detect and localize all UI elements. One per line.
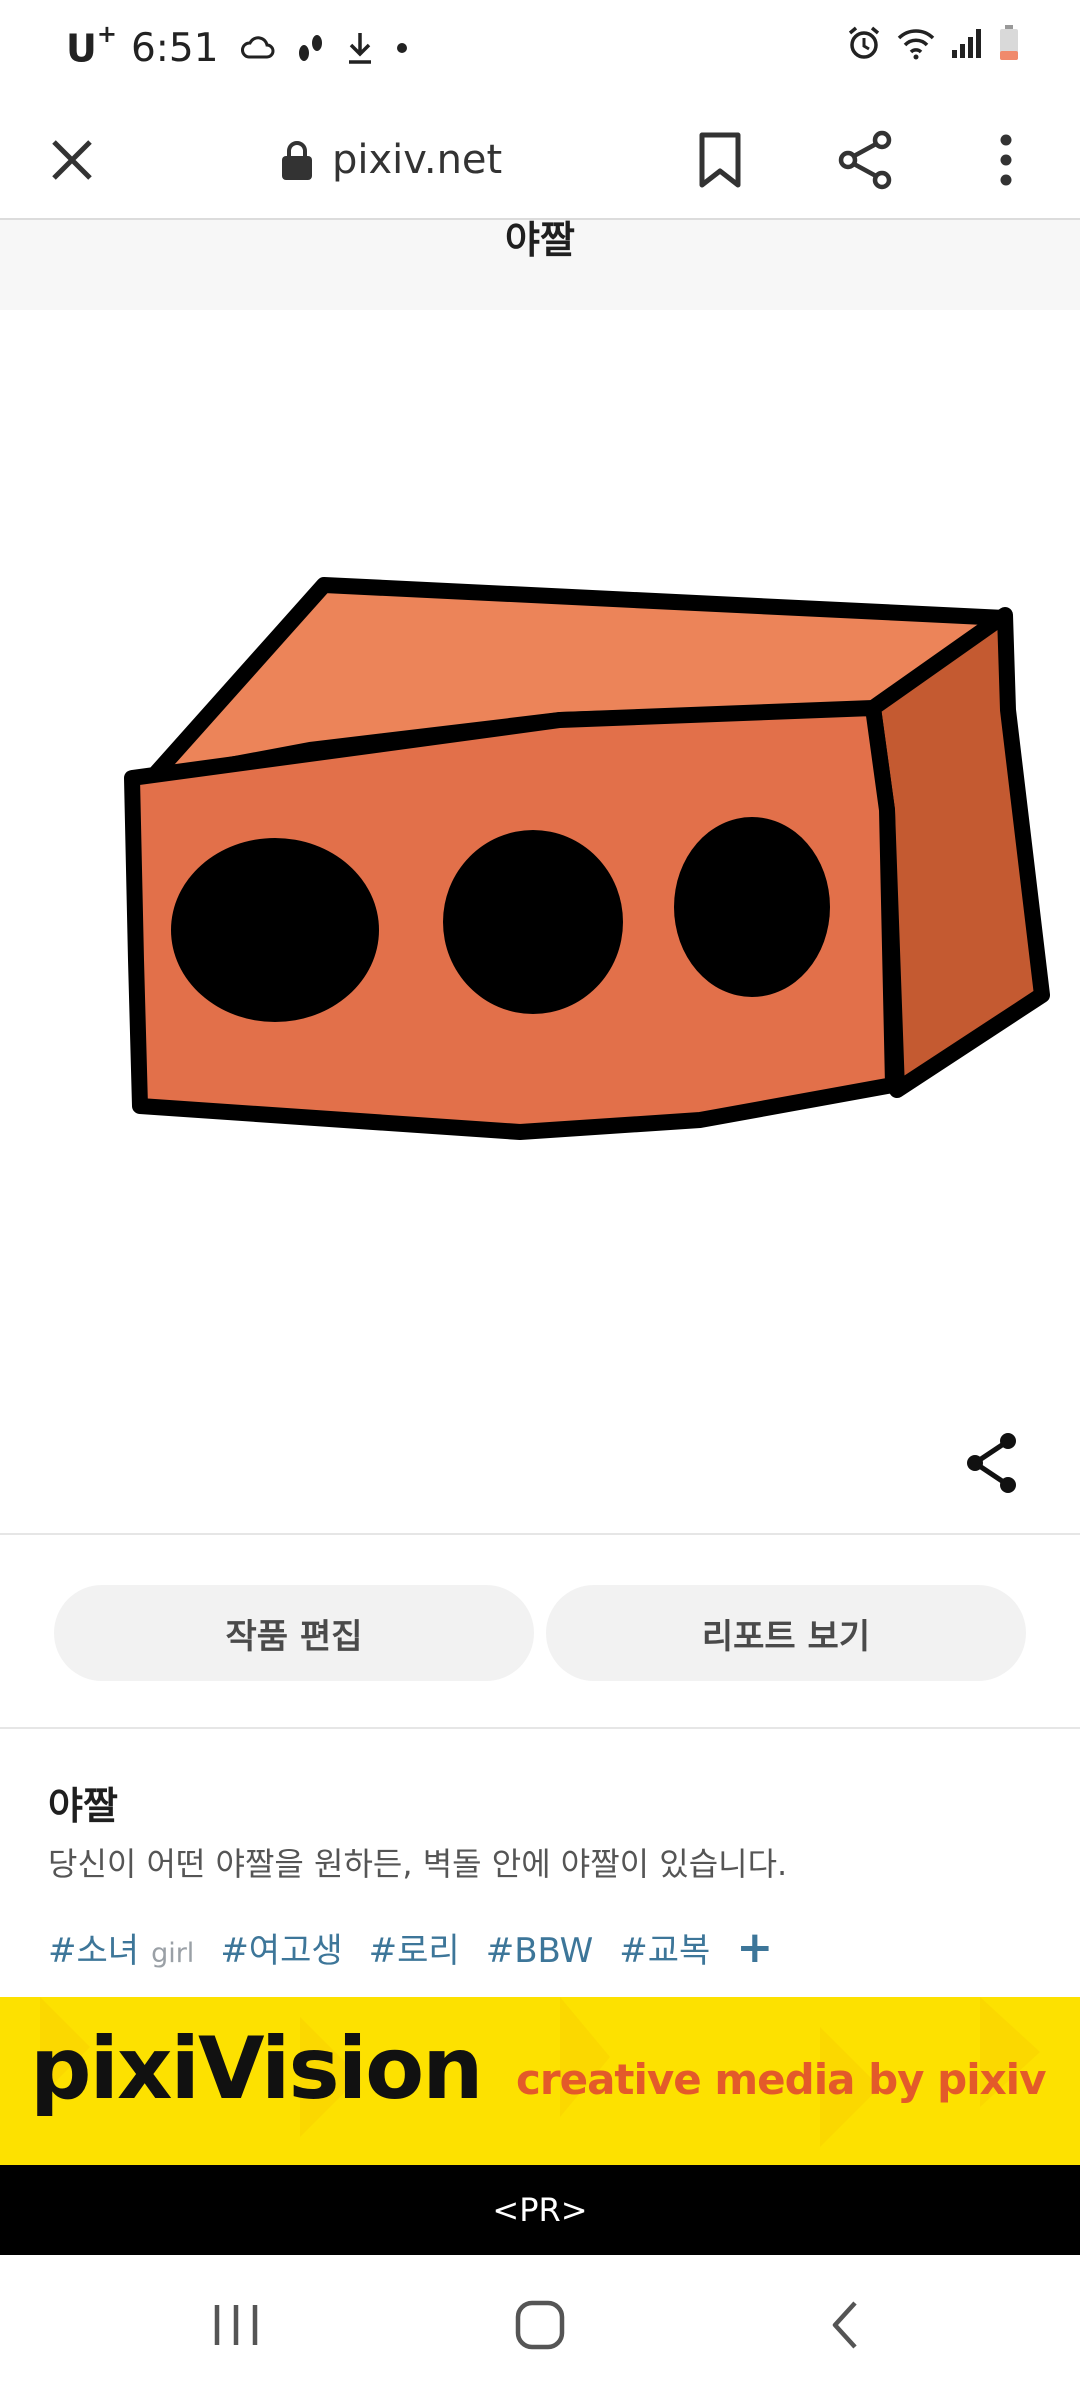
status-left: U+ 6:51 <box>66 19 409 74</box>
share-icon <box>967 1433 1016 1493</box>
system-nav-bar <box>0 2255 1080 2400</box>
carrier-label: U+ <box>66 19 117 71</box>
home-button[interactable] <box>490 2285 590 2365</box>
browser-toolbar: pixiv.net <box>0 96 1080 220</box>
brick-illustration <box>124 577 1050 1140</box>
back-button[interactable] <box>794 2285 894 2365</box>
bookmark-button[interactable] <box>684 120 756 200</box>
notification-icons <box>240 31 409 65</box>
alarm-icon <box>848 26 880 59</box>
url-text: pixiv.net <box>332 137 503 183</box>
battery-low-icon <box>1000 25 1018 60</box>
clock: 6:51 <box>130 25 219 71</box>
banner-tagline: creative media by pixiv <box>516 2055 1046 2104</box>
lock-icon <box>282 141 312 180</box>
cloud-icon <box>240 36 275 59</box>
close-icon <box>52 140 92 180</box>
address-bar[interactable]: pixiv.net <box>280 124 502 196</box>
tag-item[interactable]: #소녀 girl <box>48 1923 194 1972</box>
page-title: 야짤 <box>505 218 575 262</box>
tag-label: #소녀 <box>48 1931 140 1971</box>
pixivision-logo: pixiVision <box>30 2019 483 2119</box>
pr-label: <PR> <box>492 2191 588 2229</box>
status-right <box>846 24 1020 62</box>
view-report-button[interactable]: 리포트 보기 <box>546 1585 1026 1681</box>
artwork-share-button[interactable] <box>958 1428 1028 1498</box>
signal-icon <box>952 29 981 58</box>
dot-icon <box>396 43 407 53</box>
footsteps-icon <box>298 35 322 61</box>
action-buttons: 작품 편집 리포트 보기 <box>0 1537 1080 1729</box>
wifi-icon <box>897 29 935 60</box>
more-options-button[interactable] <box>976 120 1036 200</box>
pixivision-banner[interactable]: pixiVision creative media by pixiv <box>0 1997 1080 2165</box>
download-icon <box>348 33 371 64</box>
status-bar: U+ 6:51 <box>0 0 1080 96</box>
pr-label-bar: <PR> <box>0 2165 1080 2255</box>
tag-item[interactable]: #로리 <box>369 1923 460 1972</box>
tag-item[interactable]: #BBW <box>486 1931 594 1971</box>
recents-button[interactable] <box>186 2285 286 2365</box>
tag-item[interactable]: #교복 <box>619 1923 710 1972</box>
work-info: 야짤 당신이 어떤 야짤을 원하든, 벽돌 안에 야짤이 있습니다. #소녀 g… <box>0 1731 1080 1997</box>
tag-list: #소녀 girl #여고생 #로리 #BBW #교복 + <box>48 1923 773 1972</box>
artwork-viewer[interactable] <box>0 310 1080 1535</box>
bookmark-icon <box>699 132 741 188</box>
back-icon <box>832 2301 857 2349</box>
share-icon <box>838 130 892 190</box>
page-title-strip: 야짤 <box>0 220 1080 310</box>
share-button[interactable] <box>826 120 906 200</box>
tag-translation: girl <box>151 1938 195 1969</box>
recents-icon <box>214 2305 258 2345</box>
more-vert-icon <box>1000 134 1012 186</box>
tag-item[interactable]: #여고생 <box>220 1923 342 1972</box>
work-title: 야짤 <box>48 1784 118 1828</box>
edit-work-button[interactable]: 작품 편집 <box>54 1585 534 1681</box>
work-description: 당신이 어떤 야짤을 원하든, 벽돌 안에 야짤이 있습니다. <box>48 1845 788 1883</box>
home-icon <box>515 2300 565 2350</box>
close-tab-button[interactable] <box>36 124 108 196</box>
add-tag-button[interactable]: + <box>736 1926 773 1970</box>
